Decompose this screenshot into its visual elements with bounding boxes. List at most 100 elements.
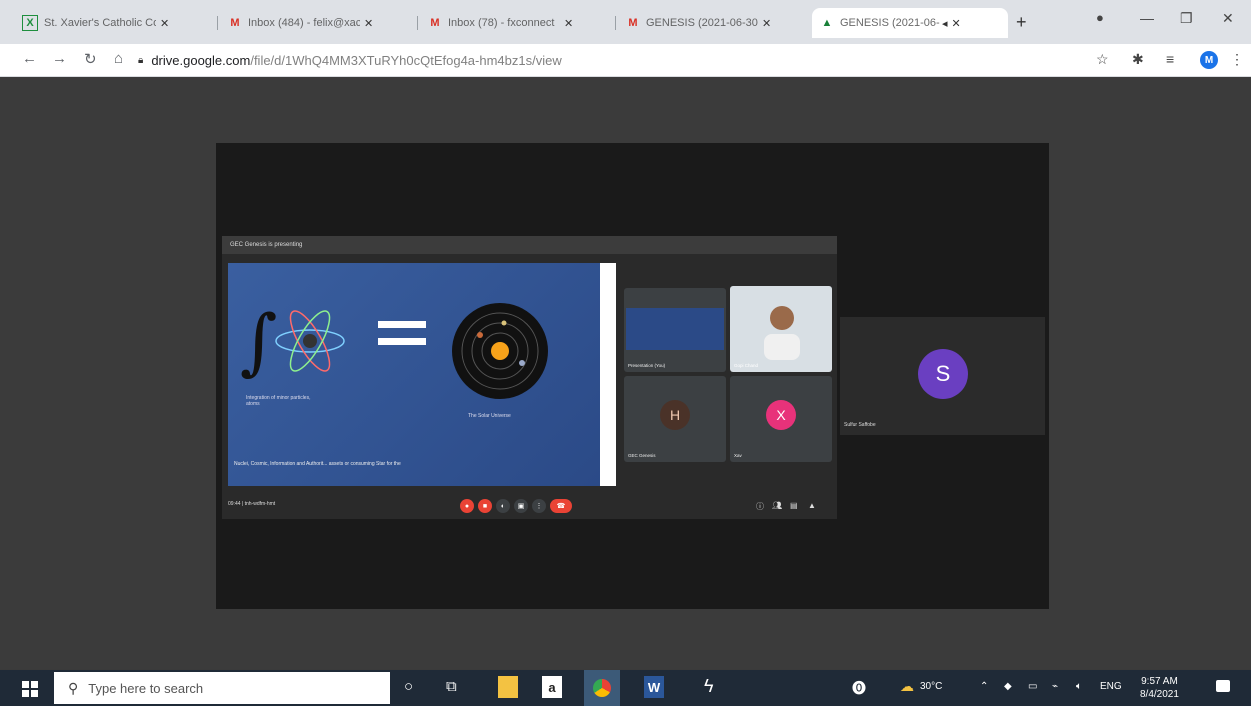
participant-avatar: S	[918, 349, 968, 399]
more-options-icon[interactable]: ⋮	[532, 499, 546, 513]
volume-icon[interactable]: 🔈︎	[1076, 681, 1082, 692]
star-icon[interactable]: ☆	[1096, 51, 1109, 68]
home-icon[interactable]: ⌂	[114, 50, 123, 67]
notification-icon[interactable]	[1216, 680, 1230, 692]
sheet-icon: X	[22, 15, 38, 31]
close-window-button[interactable]: ✕	[1222, 10, 1234, 27]
participant-name: Gopi Chand	[734, 363, 759, 368]
slide-footer-text: Nuclei, Cosmic, Information and Authorit…	[234, 461, 401, 467]
file-explorer-icon[interactable]	[498, 676, 518, 698]
tab-separator	[417, 16, 418, 30]
lightning-app-icon[interactable]: ϟ	[704, 676, 714, 697]
amazon-icon[interactable]: a	[542, 676, 562, 698]
close-icon[interactable]: ✕	[564, 17, 573, 30]
reading-list-icon[interactable]: ≡	[1166, 51, 1174, 67]
participant-name: Sulfur Saffobe	[844, 422, 876, 428]
browser-toolbar: ← → ↻ ⌂ 🔒︎ drive.google.com /file/d/1WhQ…	[0, 44, 1251, 77]
lock-icon: 🔒︎	[138, 54, 144, 66]
back-icon[interactable]: ←	[22, 50, 37, 67]
screen-thumbnail	[626, 308, 724, 350]
language-indicator[interactable]: ENG	[1100, 681, 1122, 692]
browser-tab-bar: X St. Xavier's Catholic Colle ✕ M Inbox …	[0, 0, 1251, 44]
tab-st-xaviers[interactable]: X St. Xavier's Catholic Colle ✕	[14, 8, 214, 38]
gmail-icon: M	[230, 17, 240, 29]
activities-icon[interactable]: ▲	[808, 501, 816, 510]
present-icon[interactable]: ▣	[514, 499, 528, 513]
participant-tile-h[interactable]: H GEC Genesis	[624, 376, 726, 462]
menu-icon[interactable]: ⋮	[1230, 51, 1244, 68]
battery-icon[interactable]: ▭	[1028, 681, 1037, 692]
participant-name: GEC Genesis	[628, 453, 656, 458]
participant-tile-presentation[interactable]: Presentation (You)	[624, 288, 726, 372]
meeting-time-code: 09:44 | tnh-wdfm-hmt	[228, 501, 276, 507]
cortana-icon[interactable]: ○	[404, 678, 413, 695]
atom-icon	[275, 310, 345, 372]
weather-icon[interactable]: ☁	[900, 678, 914, 695]
search-icon: ⚲	[68, 679, 79, 696]
address-bar[interactable]: 🔒︎ drive.google.com /file/d/1WhQ4MM3XTuR…	[138, 48, 1198, 72]
end-call-icon[interactable]: ☎	[550, 499, 572, 513]
tab-inbox-484[interactable]: M Inbox (484) - felix@xaco ✕	[220, 8, 416, 38]
antivirus-icon[interactable]: ◆	[1004, 681, 1012, 692]
word-icon[interactable]: W	[644, 676, 664, 698]
participant-tile-camera[interactable]: Gopi Chand	[730, 286, 832, 372]
taskbar-clock[interactable]: 9:57 AM 8/4/2021	[1140, 675, 1179, 701]
clock-time: 9:57 AM	[1141, 676, 1178, 687]
tab-title: GENESIS (2021-06-3	[840, 17, 940, 29]
participant-name: Presentation (You)	[628, 363, 666, 368]
search-placeholder: Type here to search	[88, 680, 204, 696]
tab-title: Inbox (484) - felix@xaco	[248, 17, 360, 29]
profile-avatar[interactable]: M	[1200, 51, 1218, 69]
url-host: drive.google.com	[151, 52, 251, 68]
equals-sign	[378, 321, 426, 351]
meet-recording: GEC Genesis is presenting ∫ Integration …	[222, 236, 837, 519]
network-icon[interactable]: ⌁	[1052, 681, 1058, 692]
tab-inbox-78[interactable]: M Inbox (78) - fxconnect ✕	[420, 8, 616, 38]
new-tab-button[interactable]: +	[1016, 12, 1027, 33]
task-view-icon[interactable]: ⧉	[446, 678, 457, 695]
minimize-button[interactable]: —	[1140, 10, 1154, 26]
reload-icon[interactable]: ↻	[84, 50, 97, 68]
gmail-icon: M	[430, 17, 440, 29]
tab-separator	[217, 16, 218, 30]
participant-name: Xav	[734, 453, 742, 458]
tab-genesis-drive[interactable]: ▲ GENESIS (2021-06-3 ◂ ✕	[812, 8, 1008, 38]
temperature[interactable]: 30°C	[920, 681, 942, 692]
tab-title: GENESIS (2021-06-30 at	[646, 17, 758, 29]
taskbar-search[interactable]: ⚲ Type here to search	[54, 672, 390, 704]
close-icon[interactable]: ✕	[762, 17, 771, 30]
chrome-icon[interactable]	[584, 670, 620, 706]
tab-genesis-mail[interactable]: M GENESIS (2021-06-30 at ✕	[618, 8, 814, 38]
extension-icon[interactable]: ●	[1096, 10, 1104, 25]
chat-icon[interactable]: ▤	[790, 501, 798, 510]
windows-start-icon[interactable]	[22, 681, 38, 697]
people-icon[interactable]: 👥︎	[772, 501, 782, 510]
puzzle-icon[interactable]: ✱	[1132, 51, 1144, 68]
restore-button[interactable]: ❐	[1180, 10, 1193, 27]
camera-off-icon[interactable]: ■	[478, 499, 492, 513]
chevron-up-icon[interactable]: ⌃	[980, 681, 988, 692]
participant-tile-x[interactable]: X Xav	[730, 376, 832, 462]
participant-avatar: H	[660, 400, 690, 430]
captions-icon[interactable]: ◐	[496, 499, 510, 513]
close-icon[interactable]: ✕	[952, 17, 961, 30]
close-icon[interactable]: ✕	[364, 17, 373, 30]
presenting-text: GEC Genesis is presenting	[230, 242, 303, 248]
meeting-time: 09:44	[228, 501, 241, 507]
mic-off-icon[interactable]: ●	[460, 499, 474, 513]
tab-title: Inbox (78) - fxconnect	[448, 17, 555, 29]
slide-margin	[600, 263, 616, 486]
url-path: /file/d/1WhQ4MM3XTuRYh0cQtEfog4a-hm4bz1s…	[250, 52, 562, 68]
participant-avatar: X	[766, 400, 796, 430]
windows-taskbar: ⚲ Type here to search ○ ⧉ a W ϟ ⓿ ☁ 30°C…	[0, 670, 1251, 706]
help-icon[interactable]: ⓿	[852, 678, 866, 698]
audio-icon[interactable]: ◂	[942, 17, 948, 30]
gmail-icon: M	[628, 17, 638, 29]
presentation-slide: ∫ Integration of minor particles, atoms …	[228, 263, 600, 486]
close-icon[interactable]: ✕	[160, 17, 169, 30]
forward-icon[interactable]: →	[52, 50, 67, 67]
info-icon[interactable]: ⓘ	[756, 501, 764, 512]
tab-title: St. Xavier's Catholic Colle	[44, 17, 156, 29]
side-participant-tile[interactable]: S Sulfur Saffobe	[840, 317, 1045, 435]
drive-icon: ▲	[821, 17, 833, 29]
